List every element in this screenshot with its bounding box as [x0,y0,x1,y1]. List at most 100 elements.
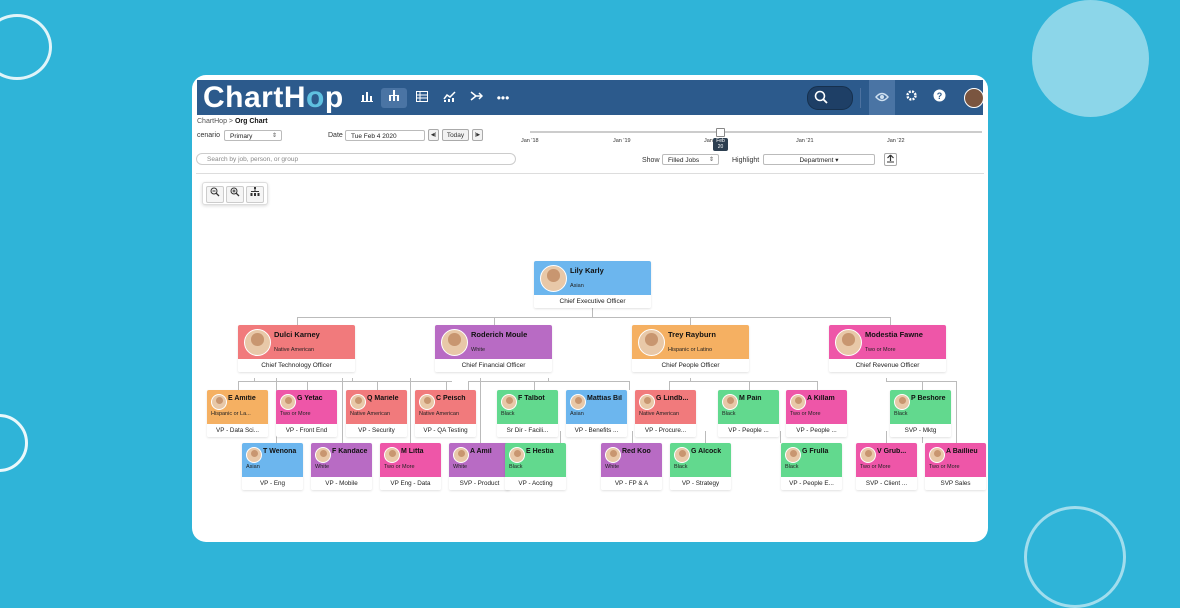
timeline-slider[interactable] [530,131,982,133]
breadcrumb-root[interactable]: ChartHop [197,118,227,125]
decor-circle [1032,0,1149,117]
person-ethnicity: Two or More [790,411,821,417]
zoom-out-icon [210,187,220,197]
job-title: Chief Executive Officer [534,295,651,308]
connector-line [446,381,447,390]
fit-chart-button[interactable] [246,186,264,203]
employee-card[interactable]: G Yetac Two or More VP - Front End [276,390,337,437]
person-name: P Beshore [911,395,946,402]
connector-line [705,431,706,443]
more-icon[interactable]: ••• [493,88,513,108]
user-avatar[interactable] [964,88,984,108]
scenario-select[interactable]: Primary ⇕ [224,130,282,141]
org-search-input[interactable]: Search by job, person, or group [196,153,516,165]
scenario-label: cenario [197,132,220,139]
employee-card[interactable]: V Grub... Two or More SVP - Client ... [856,443,917,490]
highlight-select[interactable]: Department ▾ [763,154,875,165]
employee-card[interactable]: E Hestia Black VP - Accting [505,443,566,490]
connector-line [890,317,891,325]
person-ethnicity: Black [722,411,736,417]
person-photo [509,447,525,463]
person-name: Mattias Bil [587,395,623,402]
job-title: VP - QA Testing [415,424,476,437]
person-name: A Amil [470,448,492,455]
zoom-out-button[interactable] [206,186,224,203]
eye-icon[interactable] [869,80,895,115]
job-title: VP - Procure... [635,424,696,437]
date-input[interactable]: Tue Feb 4 2020 [345,130,425,141]
person-ethnicity: Asian [570,283,584,289]
help-icon[interactable]: ? [929,88,949,108]
person-photo [790,394,806,410]
upload-icon [887,154,894,163]
bar-chart-icon[interactable] [357,88,377,108]
employee-card[interactable]: Red Koo White VP - FP & A [601,443,662,490]
toolbar-divider [860,88,861,108]
timeline-label: Jan '22 [887,138,905,144]
export-button[interactable] [884,153,897,166]
employee-card[interactable]: Modestia Fawne Two or More Chief Revenue O… [829,325,946,372]
person-ethnicity: Black [509,464,523,470]
employee-card[interactable]: M Litta Two or More VP Eng - Data [380,443,441,490]
connector-line [690,317,691,325]
search-button[interactable] [807,86,853,110]
connector-line [238,381,452,382]
gear-icon[interactable] [901,88,921,108]
decor-circle [0,414,28,472]
employee-card[interactable]: Mattias Bil Asian VP - Benefits ... [566,390,627,437]
job-title: VP - Benefits ... [566,424,627,437]
employee-card[interactable]: G Alcock Black VP - Strategy [670,443,731,490]
employee-card[interactable]: Lily Karly Asian Chief Executive Officer [534,261,651,308]
today-button[interactable]: Today [442,129,469,141]
person-name: M Pain [739,395,762,402]
job-title: VP - Accting [505,477,566,490]
employee-card[interactable]: A Amil White SVP - Product [449,443,510,490]
person-name: G Yetac [297,395,323,402]
next-date-button[interactable]: |▶ [472,129,483,141]
employee-card[interactable]: T Wenona Asian VP - Eng [242,443,303,490]
person-photo [246,447,262,463]
job-title: VP - People ... [718,424,779,437]
employee-card[interactable]: Roderich Moule White Chief Financial Offic… [435,325,552,372]
person-name: Q Mariele [367,395,399,402]
connector-line [817,381,818,390]
person-photo [453,447,469,463]
charthop-logo[interactable]: ChartHop [203,81,344,115]
person-photo [315,447,331,463]
employee-card[interactable]: A Baillieu Two or More SVP Sales [925,443,986,490]
connector-line [886,431,887,443]
person-ethnicity: Two or More [280,411,311,417]
table-icon[interactable] [412,88,432,108]
person-photo [570,394,586,410]
org-chart-icon[interactable] [381,88,407,108]
person-name: E Amitie [228,395,256,402]
person-name: F Talbot [518,395,545,402]
employee-card[interactable]: Trey Rayburn Hispanic or Latino Chief Peop… [632,325,749,372]
employee-card[interactable]: M Pain Black VP - People ... [718,390,779,437]
employee-card[interactable]: C Peisch Native American VP - QA Testing [415,390,476,437]
person-name: G Lindb... [656,395,689,402]
show-select[interactable]: Filled Jobs ⇕ [662,154,719,165]
employee-card[interactable]: G Lindb... Native American VP - Procure... [635,390,696,437]
employee-card[interactable]: F Kandace White VP - Mobile [311,443,372,490]
person-ethnicity: White [605,464,620,470]
employee-card[interactable]: F Talbot Black Sr Dir - Facili... [497,390,558,437]
employee-card[interactable]: Q Mariele Native American VP - Security [346,390,407,437]
person-ethnicity: Two or More [929,464,960,470]
connector-line [632,431,633,443]
employee-card[interactable]: E Amitie Hispanic or La... VP - Data Sci..… [207,390,268,437]
timeline-handle[interactable] [716,128,725,137]
zoom-in-button[interactable] [226,186,244,203]
person-name: Dulci Karney [274,330,320,339]
person-ethnicity: Native American [419,411,460,417]
person-ethnicity: White [315,464,330,470]
prev-date-button[interactable]: ◀| [428,129,439,141]
employee-card[interactable]: G Frulla Black VP - People E... [781,443,842,490]
merge-icon[interactable] [466,88,486,108]
employee-card[interactable]: Dulci Karney Native American Chief Technol… [238,325,355,372]
trend-icon[interactable] [439,88,459,108]
employee-card[interactable]: P Beshore Black SVP - Mktg [890,390,951,437]
job-title: SVP - Product [449,477,510,490]
employee-card[interactable]: A Killam Two or More VP - People ... [786,390,847,437]
decor-circle [0,14,52,80]
